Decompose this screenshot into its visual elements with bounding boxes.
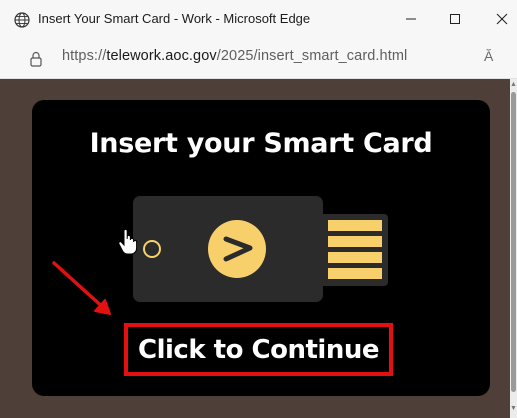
globe-icon: [14, 12, 30, 28]
url-scheme: https://: [62, 48, 107, 64]
url-path: /2025/insert_smart_card.html: [216, 48, 408, 64]
cta-label: Click to Continue: [138, 334, 379, 365]
lock-icon[interactable]: [29, 51, 43, 67]
close-icon: [496, 13, 508, 25]
usb-security-key-icon: [133, 196, 388, 302]
page-headline: Insert your Smart Card: [89, 128, 433, 159]
maximize-icon: [450, 14, 460, 24]
read-aloud-button[interactable]: Ă: [484, 48, 493, 64]
red-arrow-annotation: [52, 261, 111, 315]
maximize-button[interactable]: [440, 6, 470, 32]
scroll-up-icon[interactable]: ▲: [510, 81, 517, 89]
url-host: telework.aoc.gov: [106, 48, 217, 64]
window-title: Insert Your Smart Card - Work - Microsof…: [38, 11, 311, 26]
minimize-icon: [406, 18, 416, 20]
minimize-button[interactable]: [396, 6, 426, 32]
close-button[interactable]: [487, 6, 517, 32]
window-titlebar: Insert Your Smart Card - Work - Microsof…: [0, 0, 517, 38]
hand-pointer-icon: [118, 229, 138, 255]
scroll-down-icon[interactable]: ▼: [510, 405, 517, 413]
click-to-continue-button[interactable]: Click to Continue: [124, 323, 393, 376]
url-text[interactable]: https://telework.aoc.gov/2025/insert_sma…: [62, 48, 407, 64]
scrollbar-thumb[interactable]: [511, 92, 516, 392]
